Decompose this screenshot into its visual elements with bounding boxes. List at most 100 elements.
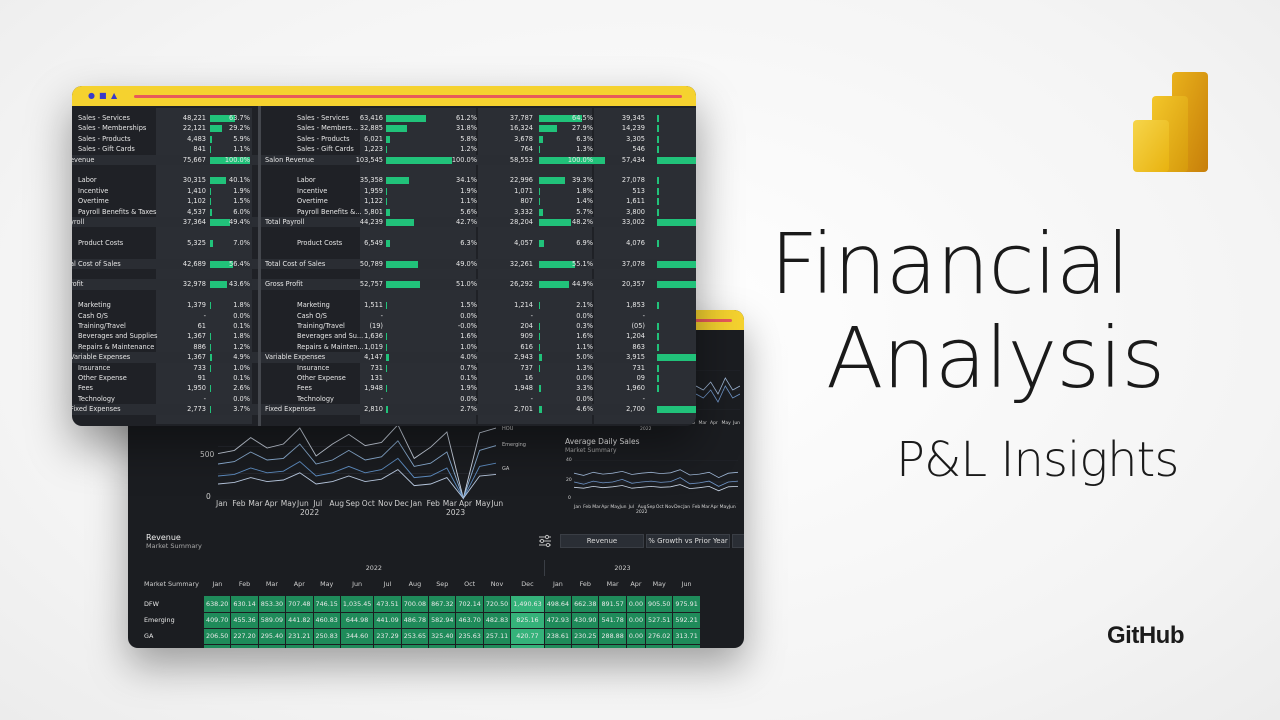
revenue-cell: 227.20	[230, 628, 259, 645]
toggle-growth-button[interactable]: % Growth vs Prior Year	[646, 534, 730, 548]
pl-left-pct: 0.1%	[233, 374, 250, 382]
pl-right-bar-b	[539, 406, 543, 414]
pl-right-value-b: 32,261	[509, 259, 533, 268]
pl-right-value-a: 4,147	[364, 353, 383, 362]
pl-right-bar-c	[657, 333, 659, 341]
pl-right-row: Variable Expenses 4,147 4.0% 2,943 5.0% 3,915	[261, 352, 696, 363]
pl-left-row	[72, 290, 258, 300]
pl-right-bar-a	[386, 177, 409, 185]
revenue-trend-chart	[218, 420, 496, 500]
pl-left-value: 4,483	[187, 134, 206, 143]
pl-right-value-a: 1,959	[364, 186, 383, 195]
pl-right-bar-b	[539, 354, 543, 362]
pl-left-row: Sales - Services 48,221 63.7%	[72, 113, 258, 123]
pl-right-bar-a	[386, 219, 415, 226]
subtitle-pl-insights: P&L Insights	[896, 432, 1179, 488]
pl-right-bar-c	[657, 156, 696, 164]
month-header: Mar	[265, 580, 278, 588]
pl-right-label: Salon Revenue	[265, 155, 315, 164]
revenue-cell: 1,490.63	[510, 596, 545, 613]
pl-right-value-c: 3,800	[626, 207, 645, 216]
x-tick-month: Dec	[394, 499, 409, 508]
toggle-more-button[interactable]	[732, 534, 744, 548]
pl-left-row: Overtime 1,102 1.5%	[72, 196, 258, 206]
pl-right-row: Salon Revenue 103,545 100.0% 58,553 100.0% 57…	[261, 154, 696, 165]
toggle-revenue-button[interactable]: Revenue	[560, 534, 644, 548]
month-header: Jan	[212, 580, 223, 588]
pl-left-label: Insurance	[78, 363, 111, 372]
revenue-cell: 460.83	[313, 612, 341, 629]
pl-left-row: rofit 32,978 43.6%	[72, 279, 258, 290]
pl-left-row: evenue 75,667 100.0%	[72, 154, 258, 165]
pl-left-row: Marketing 1,379 1.8%	[72, 300, 258, 310]
month-header: May	[320, 580, 334, 588]
pl-right-value-b: 26,292	[509, 280, 533, 289]
revenue-cell: 463.70	[455, 612, 484, 629]
avg-daily-sales-chart	[574, 460, 738, 504]
pl-right-value-a: 1,948	[364, 384, 383, 393]
revenue-cell: 517.56	[230, 644, 259, 648]
pl-right-label: Labor	[297, 176, 316, 185]
pl-right-pct-a: 1.6%	[460, 332, 477, 341]
pl-right-label: Total Payroll	[265, 218, 305, 226]
pl-right-pct-b: 1.4%	[576, 197, 593, 206]
pl-right-bar-b	[539, 385, 542, 393]
avg-daily-sales-subtitle: Market Summary	[565, 447, 617, 454]
pl-right-value-a: 1,223	[364, 145, 383, 154]
pl-right-bar-c	[657, 146, 659, 154]
pl-right-row: Fixed Expenses 2,810 2.7% 2,701 4.6% 2,700	[261, 404, 696, 415]
pl-left-value: 1,367	[187, 353, 206, 362]
pl-right-value-b: 737	[520, 363, 533, 372]
pl-right-pct-a: 1.2%	[460, 145, 477, 154]
pl-left-pct: 1.9%	[233, 186, 250, 195]
pl-right-pct-b: 64.5%	[572, 114, 593, 122]
pl-right-bar-b	[539, 146, 540, 154]
avg-y-40: 40	[566, 458, 572, 463]
pl-right-value-b: 16,324	[509, 124, 533, 133]
pl-left-row: Sales - Gift Cards 841 1.1%	[72, 144, 258, 154]
pl-right-row: Sales - Products 6,021 5.8% 3,678 6.3% 3,305	[261, 134, 696, 144]
pl-right-pct-a: 0.0%	[460, 311, 477, 320]
pl-right-value-a: 32,885	[359, 124, 383, 133]
pl-right-pct-b: 1.8%	[576, 186, 593, 195]
pl-left-pct: 7.0%	[233, 238, 250, 247]
month-header: Apr	[630, 580, 642, 588]
top-right-x-tick: Jun	[733, 421, 741, 426]
pl-right-bar-a	[386, 125, 407, 133]
legend-hou: HOU	[502, 426, 514, 432]
pl-left-row: Sales - Products 4,483 5.9%	[72, 134, 258, 144]
revenue-cell: 238.61	[544, 628, 573, 645]
pl-right-row: Insurance 731 0.7% 737 1.3% 731	[261, 363, 696, 373]
pl-left-label: Fees	[78, 384, 93, 393]
revenue-cell: 420.77	[510, 628, 545, 645]
pl-right-row: Technology - 0.0% - 0.0% -	[261, 394, 696, 404]
year-header-row: 2022 2023	[142, 560, 701, 576]
pl-left-label: Overtime	[78, 197, 109, 206]
pl-right-bar-c	[657, 354, 696, 362]
pl-right-value-b: 807	[520, 197, 533, 206]
pl-left-label: Sales - Services	[78, 114, 130, 122]
pl-right-pct-b: 1.1%	[576, 342, 593, 351]
pl-right-value-b: 3,678	[514, 134, 533, 143]
github-logo[interactable]: GitHub	[1107, 622, 1184, 650]
revenue-cell: 853.30	[258, 596, 287, 613]
revenue-cell: 541.78	[598, 612, 627, 629]
pl-right-value-c: 1,204	[626, 332, 645, 341]
pl-right-bar-c	[657, 219, 696, 226]
pl-right-bar-c	[657, 177, 659, 185]
pl-left-label: Beverages and Supplies	[78, 332, 158, 341]
revenue-cell: 905.50	[645, 596, 674, 613]
pl-left-value: 48,221	[182, 114, 206, 122]
revenue-cell: 428.10	[544, 644, 573, 648]
filter-icon[interactable]	[538, 533, 552, 548]
pl-left-value: 37,364	[182, 218, 206, 226]
pl-right-pct-a: 0.1%	[460, 374, 477, 382]
pl-right-row: Overtime 1,122 1.1% 807 1.4% 1,611	[261, 196, 696, 206]
pl-right-row: Sales - Members... 32,885 31.8% 16,324 27.9%…	[261, 123, 696, 133]
pl-right-pct-a: 1.5%	[460, 301, 477, 310]
avg-x-tick: Oct	[655, 505, 664, 510]
month-header: Sep	[436, 580, 449, 588]
pl-right-pct-a: 0.0%	[460, 394, 477, 403]
pl-right-value-c: 863	[632, 342, 645, 351]
pl-right-value-c: 14,239	[621, 124, 645, 133]
